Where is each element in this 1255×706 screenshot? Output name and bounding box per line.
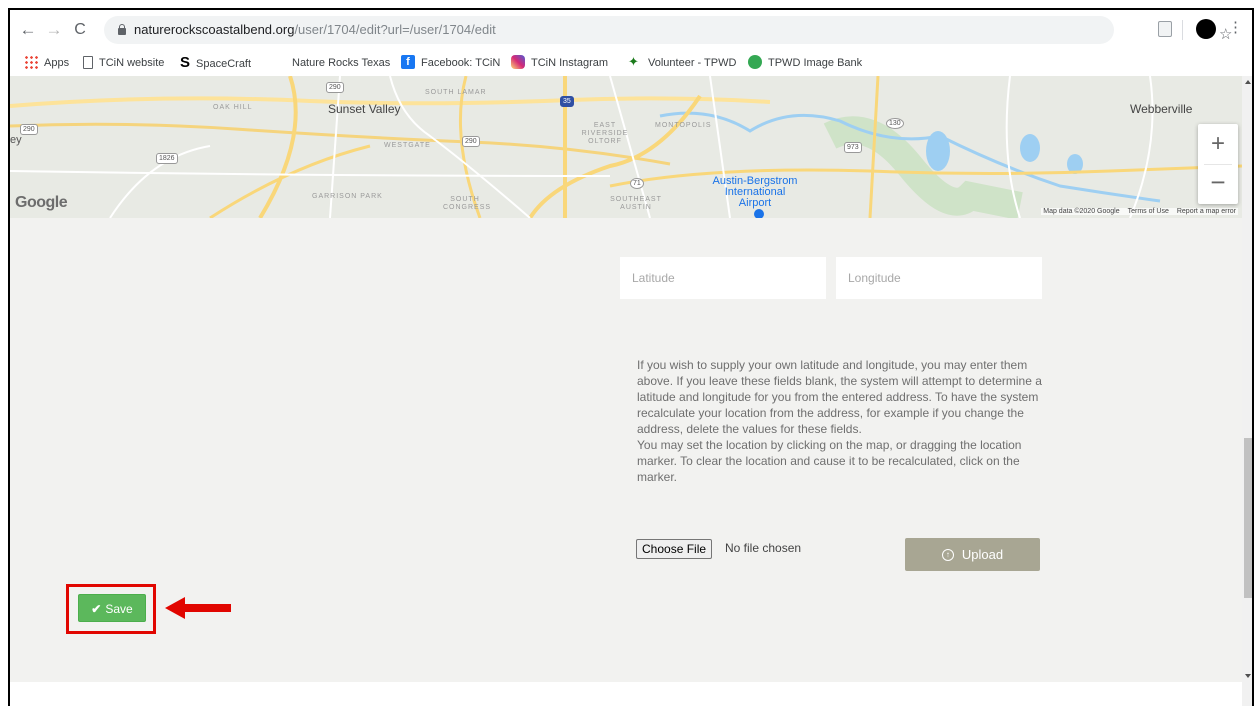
highway-shield: 290 — [462, 136, 480, 147]
report-map-error-link[interactable]: Report a map error — [1177, 208, 1236, 215]
zoom-in-button[interactable]: + — [1198, 124, 1238, 164]
bookmark-spacecraft[interactable]: S SpaceCraft — [180, 55, 251, 71]
bookmark-label: Facebook: TCiN — [421, 57, 501, 69]
map-label-garrison-park: GARRISON PARK — [312, 193, 383, 200]
reload-button[interactable]: C — [70, 20, 90, 40]
bookmark-label: TPWD Image Bank — [768, 57, 863, 69]
terms-of-use-link[interactable]: Terms of Use — [1128, 208, 1169, 215]
highway-shield: 1826 — [156, 153, 178, 164]
bookmark-nature-rocks-texas[interactable]: Nature Rocks Texas — [292, 55, 390, 71]
save-button[interactable]: ✔ Save — [78, 594, 146, 622]
spacecraft-s-icon: S — [180, 54, 191, 71]
page-footer-strip — [10, 682, 1242, 706]
upload-icon: ↑ — [941, 548, 954, 561]
apps-grid-icon — [24, 55, 38, 70]
file-status-text: No file chosen — [725, 541, 802, 555]
map-label-westgate: WESTGATE — [384, 142, 431, 149]
google-logo: Google — [15, 194, 68, 211]
map-label-south-congress: SOUTH CONGRESS — [443, 196, 492, 211]
map-label-airport: Austin-Bergstrom International Airport — [712, 175, 798, 209]
lock-icon[interactable] — [118, 24, 126, 35]
latitude-input[interactable] — [620, 257, 826, 299]
profile-avatar[interactable] — [1196, 19, 1216, 39]
map-label-south-lamar: SOUTH LAMAR — [425, 89, 487, 96]
page-scrollbar[interactable] — [1242, 76, 1252, 706]
browser-window: ← → C naturerockscoastalbend.org/user/17… — [8, 8, 1254, 706]
zoom-out-button[interactable]: − — [1198, 164, 1238, 204]
map-attribution: Map data ©2020 Google Terms of Use Report … — [1041, 208, 1238, 215]
map-label-sunset-valley: Sunset Valley — [328, 102, 401, 116]
help-paragraph: If you wish to supply your own latitude … — [637, 358, 1042, 436]
help-paragraph: You may set the location by clicking on … — [637, 438, 1022, 484]
address-bar[interactable]: naturerockscoastalbend.org/user/1704/edi… — [104, 16, 1232, 44]
map-label-webberville: Webberville — [1130, 102, 1193, 116]
red-arrow-annotation — [165, 597, 231, 619]
browser-menu-icon[interactable]: ⋮ — [1228, 18, 1243, 36]
highway-shield: 973 — [844, 142, 862, 153]
page-icon — [83, 55, 93, 69]
bookmark-volunteer-tpwd[interactable]: ✦ Volunteer - TPWD — [628, 55, 736, 71]
checkmark-icon: ✔ — [91, 602, 102, 616]
highway-shield: 290 — [326, 82, 344, 93]
bookmark-tcin-instagram[interactable]: TCiN Instagram — [511, 55, 608, 71]
bookmark-label: Apps — [44, 57, 70, 69]
address-bar-row: ← → C naturerockscoastalbend.org/user/17… — [10, 10, 1252, 50]
scroll-down-arrow-icon[interactable] — [1245, 674, 1251, 678]
instagram-icon — [511, 55, 525, 70]
airport-pin-icon[interactable] — [754, 209, 764, 218]
bookmarks-bar: Apps TCiN website S SpaceCraft Nature Roc… — [10, 50, 1252, 76]
map-data-text: Map data ©2020 Google — [1043, 208, 1120, 215]
scrollbar-thumb[interactable] — [1244, 438, 1252, 598]
forward-button[interactable]: → — [44, 20, 64, 40]
url-host: naturerockscoastalbend.org — [134, 22, 295, 37]
page-viewport: 290 290 290 1826 71 130 973 35 ey Sunset… — [10, 76, 1252, 706]
upload-label: Upload — [961, 547, 1004, 562]
choose-file-button[interactable]: Choose File — [636, 539, 713, 559]
map-label: ey — [10, 134, 22, 146]
map-label-oak-hill: OAK HILL — [213, 104, 253, 111]
bookmark-label: SpaceCraft — [196, 58, 252, 70]
bookmark-facebook-tcin[interactable]: f Facebook: TCiN — [401, 55, 500, 71]
bookmark-tcin-website[interactable]: TCiN website — [83, 55, 164, 71]
save-label: Save — [105, 602, 133, 616]
map-label-southeast-austin: SOUTHEAST AUSTIN — [610, 196, 662, 211]
highway-shield: 290 — [20, 124, 38, 135]
map-label-east-riverside: EAST RIVERSIDE OLTORF — [581, 122, 629, 145]
bookmark-label: Volunteer - TPWD — [648, 57, 737, 69]
map-label-montopolis: MONTOPOLIS — [655, 122, 712, 129]
longitude-input[interactable] — [836, 257, 1042, 299]
url-text[interactable]: naturerockscoastalbend.org/user/1704/edi… — [134, 22, 496, 37]
interstate-shield: 35 — [560, 96, 574, 107]
texas-icon: ✦ — [628, 54, 639, 70]
bookmark-label: Nature Rocks Texas — [292, 57, 391, 69]
toolbar-divider — [1182, 20, 1183, 40]
upload-button[interactable]: ↑ Upload — [905, 538, 1040, 571]
location-help-text: If you wish to supply your own latitude … — [637, 357, 1059, 485]
scroll-up-arrow-icon[interactable] — [1245, 80, 1251, 84]
url-path: /user/1704/edit?url=/user/1704/edit — [294, 22, 496, 37]
back-button[interactable]: ← — [18, 20, 38, 40]
zoom-control: + − — [1198, 124, 1238, 204]
bookmark-label: TCiN website — [99, 57, 165, 69]
tpwd-logo-icon — [748, 55, 762, 70]
bookmark-apps[interactable]: Apps — [24, 55, 69, 71]
highway-shield: 71 — [630, 178, 644, 189]
highway-shield: 130 — [886, 118, 904, 129]
extension-icon[interactable] — [1158, 21, 1172, 37]
location-map[interactable]: 290 290 290 1826 71 130 973 35 ey Sunset… — [10, 76, 1242, 218]
bookmark-tpwd-image-bank[interactable]: TPWD Image Bank — [748, 55, 862, 71]
bookmark-label: TCiN Instagram — [531, 57, 609, 69]
facebook-icon: f — [401, 55, 415, 70]
